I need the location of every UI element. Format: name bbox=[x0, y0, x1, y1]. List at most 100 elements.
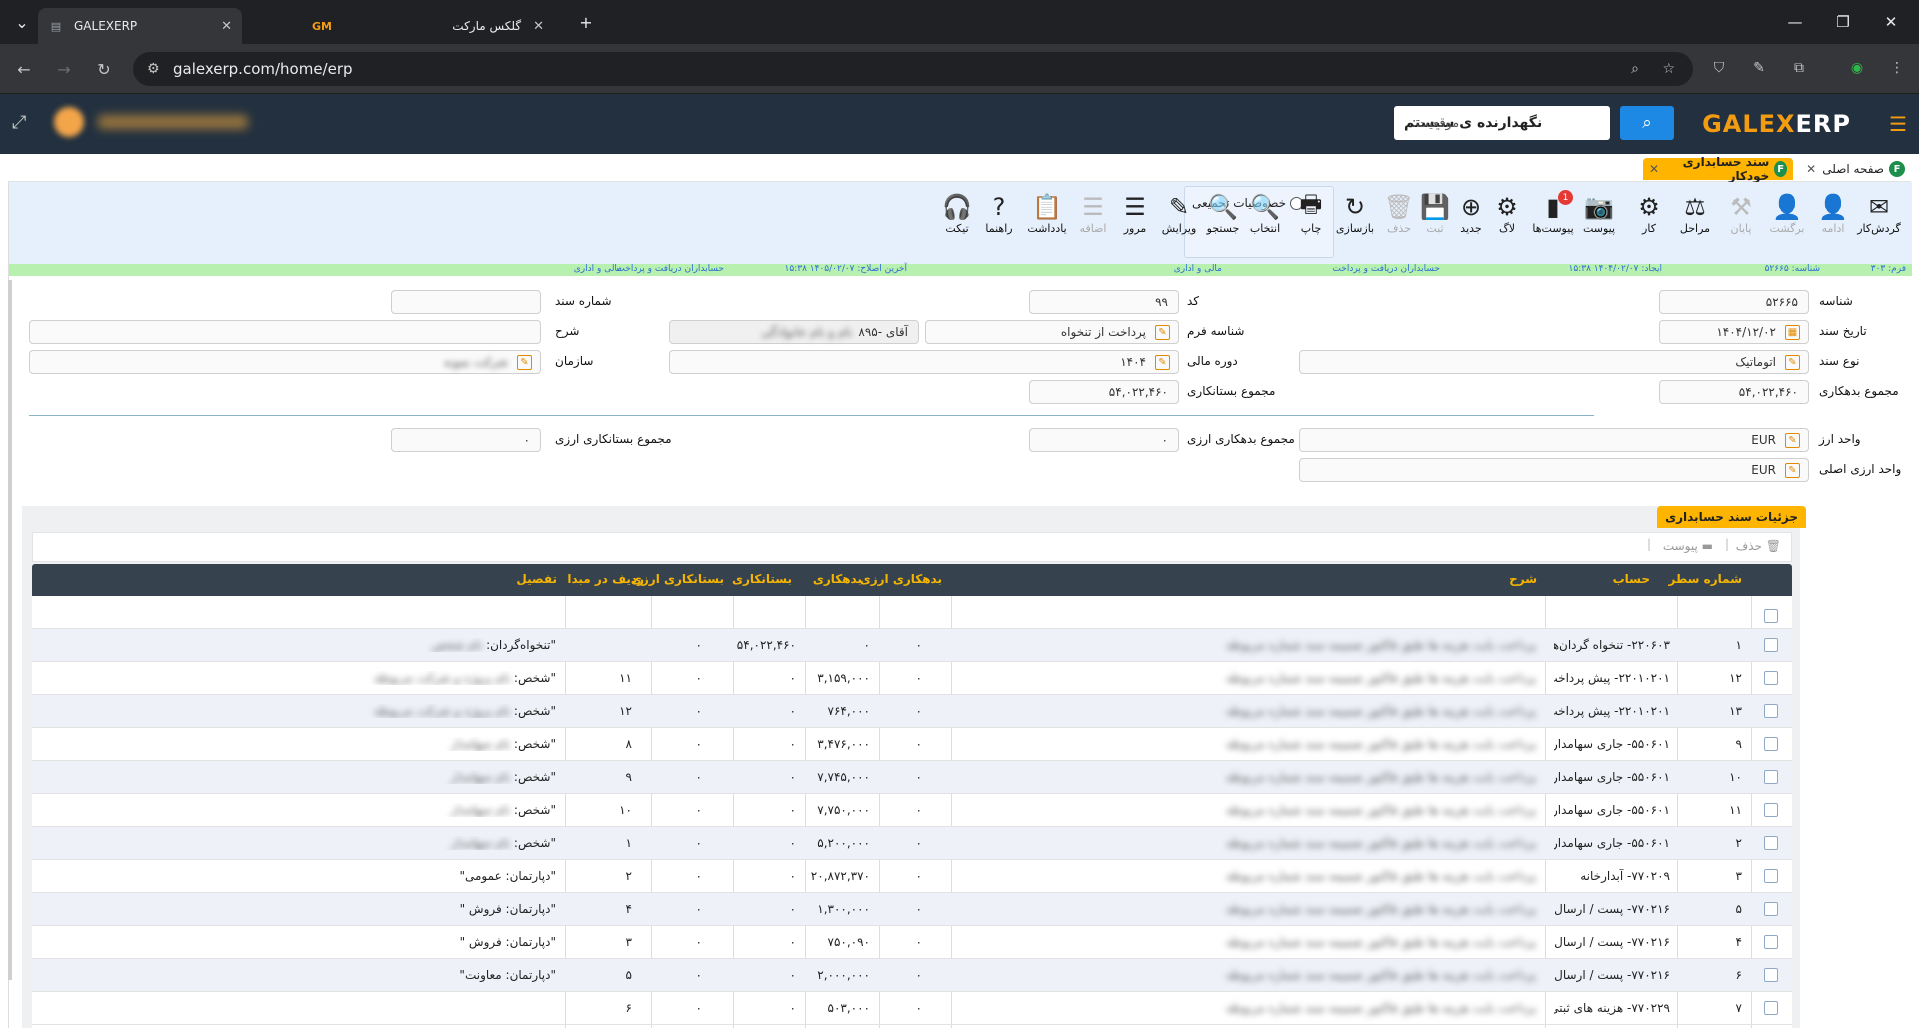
shield-extension-icon[interactable]: ⛉ bbox=[1708, 57, 1730, 79]
col-description[interactable]: شرح bbox=[1509, 572, 1537, 586]
page-scrollbar[interactable] bbox=[8, 280, 12, 980]
doc-type-field[interactable]: اتوماتیک ✎ bbox=[1299, 350, 1809, 374]
col-source-row[interactable]: ردیف در مبدا bbox=[567, 572, 644, 586]
row-checkbox[interactable] bbox=[1764, 836, 1778, 850]
ribbon-button-11[interactable]: 🗑 حذف bbox=[1375, 192, 1423, 252]
minimize-icon[interactable]: — bbox=[1772, 8, 1818, 36]
address-bar[interactable]: ⚙ galexerp.com/home/erp ⌕ ☆ bbox=[133, 52, 1693, 86]
doc-number-field[interactable] bbox=[391, 290, 541, 314]
new-tab-button[interactable]: + bbox=[572, 10, 600, 34]
row-checkbox[interactable] bbox=[1764, 935, 1778, 949]
edit-icon[interactable]: ✎ bbox=[1155, 355, 1170, 370]
edit-icon[interactable]: ✎ bbox=[1785, 355, 1800, 370]
row-checkbox[interactable] bbox=[1764, 638, 1778, 652]
close-tab-icon[interactable]: ✕ bbox=[221, 19, 232, 34]
description-field[interactable] bbox=[29, 320, 541, 344]
table-row[interactable]: ۷ ۷۷۰۲۲۹- هزینه های ثبتی و قانونی پرداخت ب… bbox=[32, 992, 1792, 1025]
bookmark-star-icon[interactable]: ☆ bbox=[1662, 61, 1675, 77]
calendar-icon[interactable]: ▦ bbox=[1785, 325, 1800, 340]
fiscal-period-field[interactable]: ۱۴۰۴ ✎ bbox=[669, 350, 1179, 374]
close-page-tab-icon[interactable]: ✕ bbox=[1806, 162, 1816, 176]
row-checkbox[interactable] bbox=[1764, 770, 1778, 784]
table-row[interactable]: ۱۰ ۵۵۰۶۰۱- جاری سهامداران پرداخت بابت هزین… bbox=[32, 761, 1792, 794]
debit-total-field[interactable]: ۵۴,۰۲۲,۴۶۰ bbox=[1659, 380, 1809, 404]
browser-tab-galexerp[interactable]: ▤ GALEXERP ✕ bbox=[38, 8, 242, 44]
ribbon-button-1[interactable]: 👤 ادامه bbox=[1809, 192, 1857, 252]
location-box[interactable]: موقعیت: نگهدارنده ی سیستم bbox=[1394, 106, 1610, 140]
ribbon-button-19[interactable]: 📋 یادداشت bbox=[1023, 192, 1071, 252]
col-detail[interactable]: تفصیل bbox=[516, 572, 557, 586]
site-info-icon[interactable]: ⚙ bbox=[147, 61, 160, 77]
code-field[interactable]: ۹۹ bbox=[1029, 290, 1179, 314]
row-checkbox[interactable] bbox=[1764, 704, 1778, 718]
close-tab-icon[interactable]: ✕ bbox=[533, 19, 544, 34]
search-button[interactable]: ⌕ bbox=[1620, 106, 1674, 140]
back-icon[interactable]: ← bbox=[12, 57, 36, 81]
row-checkbox[interactable] bbox=[1764, 968, 1778, 982]
ribbon-button-6[interactable]: 📷 پیوست bbox=[1575, 192, 1623, 252]
col-account[interactable]: حساب bbox=[1613, 572, 1650, 586]
ribbon-button-7[interactable]: ▮ پیوست‌ها 1 bbox=[1529, 190, 1577, 252]
row-checkbox[interactable] bbox=[1764, 1001, 1778, 1015]
ribbon-button-0[interactable]: ✉ گردش‌کار bbox=[1855, 192, 1903, 252]
tab-search-chevron-icon[interactable]: ⌄ bbox=[8, 10, 36, 34]
ribbon-button-20[interactable]: ? راهنما bbox=[975, 192, 1023, 252]
ribbon-button-15[interactable]: 🔍 جستجو bbox=[1199, 192, 1247, 252]
col-fx-debit[interactable]: بدهکاری ارزی bbox=[860, 572, 942, 586]
base-currency-field[interactable]: EUR ✎ bbox=[1299, 458, 1809, 482]
table-row[interactable]: ۹ ۵۵۰۶۰۱- جاری سهامداران پرداخت بابت هزینه… bbox=[32, 728, 1792, 761]
edit-icon[interactable]: ✎ bbox=[1785, 433, 1800, 448]
ribbon-button-2[interactable]: 👤 برگشت bbox=[1763, 192, 1811, 252]
row-checkbox[interactable] bbox=[1764, 902, 1778, 916]
table-row[interactable]: ۵ ۷۷۰۲۱۶- پست / ارسال پرداخت بابت هزینه ها… bbox=[32, 893, 1792, 926]
ribbon-button-16[interactable]: ✎ ویرایش bbox=[1155, 192, 1203, 252]
extensions-puzzle-icon[interactable]: ⧉ bbox=[1788, 57, 1810, 79]
credit-total-field[interactable]: ۵۴,۰۲۲,۴۶۰ bbox=[1029, 380, 1179, 404]
browser-menu-icon[interactable]: ⋮ bbox=[1886, 57, 1908, 79]
currency-field[interactable]: EUR ✎ bbox=[1299, 428, 1809, 452]
edit-icon[interactable]: ✎ bbox=[1155, 325, 1170, 340]
row-checkbox[interactable] bbox=[1764, 869, 1778, 883]
row-checkbox[interactable] bbox=[1764, 609, 1778, 623]
fx-debit-total-field[interactable]: ۰ bbox=[1029, 428, 1179, 452]
page-tab-home[interactable]: F صفحه اصلی ✕ bbox=[1799, 158, 1911, 180]
table-row[interactable]: ۱۱ ۵۵۰۶۰۱- جاری سهامداران پرداخت بابت هزین… bbox=[32, 794, 1792, 827]
col-row-number[interactable]: شماره سطر bbox=[1669, 572, 1742, 586]
col-fx-credit[interactable]: بستانکاری ارزی bbox=[631, 572, 724, 586]
fx-credit-total-field[interactable]: ۰ bbox=[391, 428, 541, 452]
table-row[interactable]: ۱ ۲۲۰۶۰۳- تنخواه گردان‌ها پرداخت بابت هزین… bbox=[32, 629, 1792, 662]
table-row[interactable]: ۱۳ ۲۲۰۱۰۲۰۱- پیش پرداخت خرید پرداخت بابت ه… bbox=[32, 695, 1792, 728]
row-checkbox[interactable] bbox=[1764, 737, 1778, 751]
close-page-tab-icon[interactable]: ✕ bbox=[1649, 162, 1659, 176]
id-field[interactable]: ۵۲۶۶۵ bbox=[1659, 290, 1809, 314]
fullscreen-icon[interactable]: ⤢ bbox=[12, 112, 26, 133]
ribbon-button-18[interactable]: ☰ اضافه bbox=[1069, 192, 1117, 252]
table-row[interactable]: ۴ ۷۷۰۲۱۶- پست / ارسال پرداخت بابت هزینه ها… bbox=[32, 926, 1792, 959]
edit-icon[interactable]: ✎ bbox=[517, 355, 532, 370]
ribbon-button-13[interactable]: 🖶 چاپ bbox=[1287, 190, 1335, 252]
person-field[interactable]: نام و نام خانوادگی ۸۹۵- آقای bbox=[669, 320, 919, 344]
table-row[interactable]: ۳ ۷۷۰۲۰۹- آبدارخانه پرداخت بابت هزینه ها ط… bbox=[32, 860, 1792, 893]
hamburger-menu-icon[interactable]: ☰ bbox=[1889, 112, 1907, 136]
table-row[interactable]: ۱۲ ۲۲۰۱۰۲۰۱- پیش پرداخت خرید پرداخت بابت ه… bbox=[32, 662, 1792, 695]
ribbon-button-12[interactable]: ↻ بازسازی bbox=[1331, 192, 1379, 252]
table-row[interactable]: ۶ ۷۷۰۲۱۶- پست / ارسال پرداخت بابت هزینه ها… bbox=[32, 959, 1792, 992]
browser-tab-galex-market[interactable]: GM گلکس مارکت ✕ bbox=[304, 8, 554, 44]
zoom-icon[interactable]: ⌕ bbox=[1631, 61, 1639, 77]
row-checkbox[interactable] bbox=[1764, 803, 1778, 817]
ribbon-button-4[interactable]: ⚖ مراحل bbox=[1671, 192, 1719, 252]
ribbon-button-3[interactable]: ⚒ پایان bbox=[1717, 192, 1765, 252]
page-tab-auto-voucher[interactable]: F سند حسابداری خودکار ✕ bbox=[1643, 155, 1793, 183]
table-row-empty[interactable] bbox=[32, 596, 1792, 629]
reload-icon[interactable]: ↻ bbox=[92, 57, 116, 81]
row-checkbox[interactable] bbox=[1764, 671, 1778, 685]
table-row[interactable]: ۲ ۵۵۰۶۰۱- جاری سهامداران پرداخت بابت هزینه… bbox=[32, 827, 1792, 860]
ribbon-button-5[interactable]: ⚙ کار bbox=[1625, 192, 1673, 252]
ribbon-button-17[interactable]: ☰ مرور bbox=[1111, 192, 1159, 252]
ribbon-button-14[interactable]: 🔍 انتخاب bbox=[1241, 192, 1289, 252]
col-credit[interactable]: بستانکاری bbox=[732, 572, 792, 586]
delete-row-button[interactable]: 🗑 حذف bbox=[1736, 539, 1781, 553]
profile-icon[interactable]: ◉ bbox=[1846, 57, 1868, 79]
col-debit[interactable]: بدهکاری bbox=[813, 572, 862, 586]
forward-icon[interactable]: → bbox=[52, 57, 76, 81]
